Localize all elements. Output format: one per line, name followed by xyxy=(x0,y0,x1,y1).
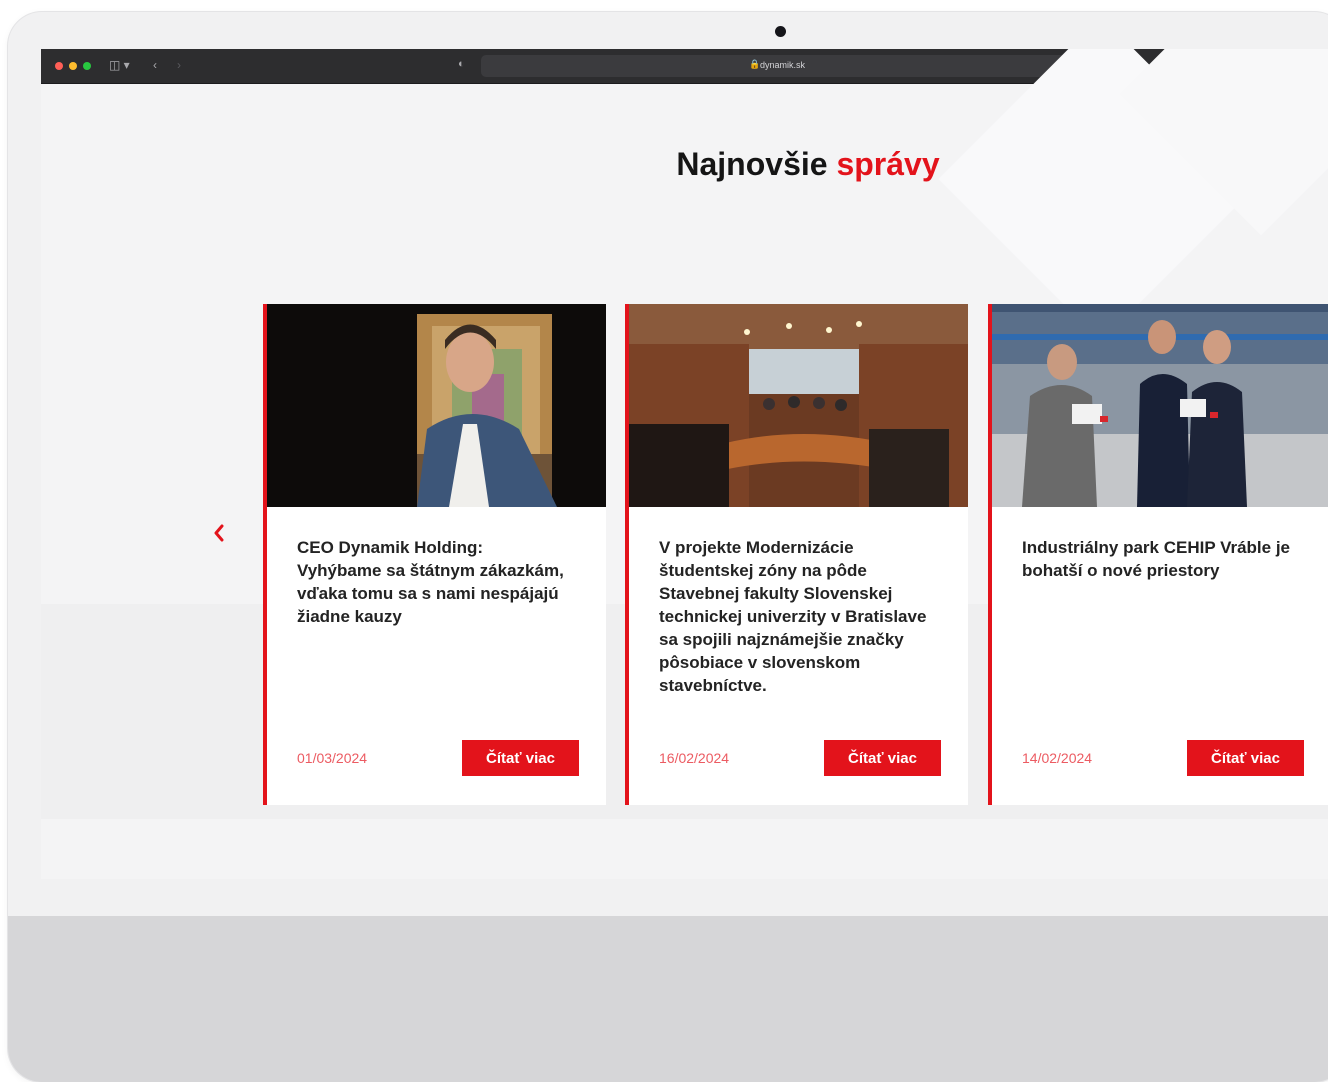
news-card-image[interactable] xyxy=(629,304,968,507)
meeting-room-photo xyxy=(629,304,968,507)
section-title: Najnovšie správy xyxy=(41,146,1328,183)
forward-arrow-icon[interactable]: › xyxy=(177,58,181,72)
read-more-button[interactable]: Čítať viac xyxy=(1187,740,1304,776)
news-card-image[interactable] xyxy=(992,304,1328,507)
section-title-accent: správy xyxy=(836,146,940,182)
lock-icon: 🔒 xyxy=(749,59,761,69)
news-card-date: 01/03/2024 xyxy=(297,750,368,766)
back-arrow-icon[interactable]: ‹ xyxy=(153,58,157,72)
news-card-title[interactable]: CEO Dynamik Holding: Vyhýbame sa štátnym… xyxy=(297,536,572,628)
minimize-window-button[interactable] xyxy=(69,62,77,70)
news-card[interactable]: V projekte Modernizácie študentskej zóny… xyxy=(625,304,968,805)
news-card-title[interactable]: V projekte Modernizácie študentskej zóny… xyxy=(659,536,934,697)
privacy-shield-icon[interactable]: ◐ xyxy=(458,58,465,70)
close-window-button[interactable] xyxy=(55,62,63,70)
news-page: Najnovšie správy CEO Dynamik Holding: Vy… xyxy=(41,49,1328,879)
address-text[interactable]: dynamik.sk xyxy=(760,59,805,71)
camera-dot xyxy=(775,26,786,37)
news-card-date: 14/02/2024 xyxy=(1022,750,1093,766)
browser-window: ◫ ▾ ‹ › ◐ 🔒 dynamik.sk ↻ Najnovšie správ… xyxy=(41,49,1328,879)
read-more-button[interactable]: Čítať viac xyxy=(824,740,941,776)
section-title-main: Najnovšie xyxy=(676,146,828,182)
warehouse-photo xyxy=(992,304,1328,507)
news-card[interactable]: Industriálny park CEHIP Vráble je bohatš… xyxy=(988,304,1328,805)
maximize-window-button[interactable] xyxy=(83,62,91,70)
news-card-title[interactable]: Industriálny park CEHIP Vráble je bohatš… xyxy=(1022,536,1297,582)
sidebar-toggle-icon[interactable]: ◫ ▾ xyxy=(109,58,130,72)
portrait-photo xyxy=(267,304,606,507)
news-card[interactable]: CEO Dynamik Holding: Vyhýbame sa štátnym… xyxy=(263,304,606,805)
monitor-frame: ◫ ▾ ‹ › ◐ 🔒 dynamik.sk ↻ Najnovšie správ… xyxy=(8,12,1328,1082)
monitor-chin xyxy=(8,916,1328,1082)
news-card-date: 16/02/2024 xyxy=(659,750,730,766)
news-card-image[interactable] xyxy=(267,304,606,507)
chevron-left-icon xyxy=(214,524,224,542)
read-more-button[interactable]: Čítať viac xyxy=(462,740,579,776)
carousel-prev-button[interactable] xyxy=(213,524,233,544)
